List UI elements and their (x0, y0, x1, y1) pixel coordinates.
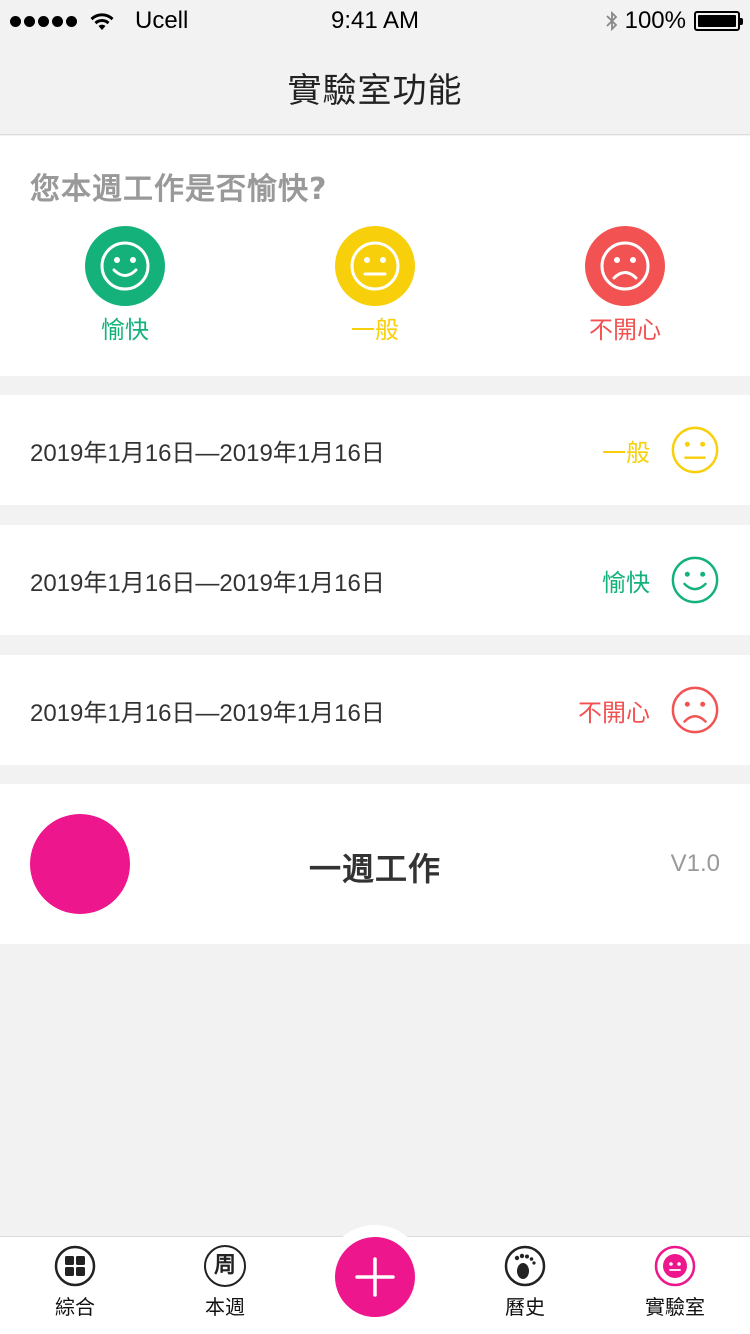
bluetooth-icon (605, 10, 617, 32)
grid-icon (54, 1245, 96, 1287)
app-info-card: 一週工作 V1.0 (0, 784, 750, 944)
record-date-range: 2019年1月16日—2019年1月16日 (30, 570, 385, 597)
app-name: 一週工作 (308, 850, 441, 888)
lab-face-icon (654, 1245, 696, 1287)
tab-history[interactable]: 曆史 (465, 1245, 585, 1320)
record-date-range: 2019年1月16日—2019年1月16日 (30, 440, 385, 467)
mood-question: 您本週工作是否愉快? (30, 172, 328, 207)
tab-label: 曆史 (505, 1295, 545, 1319)
mood-survey-card: 您本週工作是否愉快? 愉快 一般 不開心 (0, 136, 750, 376)
app-version: V1.0 (670, 850, 720, 877)
mood-option-label: 一般 (351, 316, 399, 344)
footprint-icon (504, 1245, 546, 1287)
happy-face-icon (85, 226, 165, 306)
mood-record-row[interactable]: 2019年1月16日—2019年1月16日 愉快 (0, 525, 750, 635)
mood-option-sad[interactable]: 不開心 (545, 226, 705, 345)
tab-this-week[interactable]: 周 本週 (165, 1245, 285, 1320)
sad-face-icon (585, 226, 665, 306)
record-mood-label: 愉快 (602, 569, 650, 597)
tab-overview[interactable]: 綜合 (15, 1245, 135, 1320)
mood-record-row[interactable]: 2019年1月16日—2019年1月16日 一般 (0, 395, 750, 505)
record-date-range: 2019年1月16日—2019年1月16日 (30, 700, 385, 727)
battery-icon (694, 11, 743, 31)
tab-label: 實驗室 (645, 1295, 705, 1319)
tab-label: 本週 (205, 1295, 245, 1319)
status-bar: Ucell 9:41 AM 100% (0, 0, 750, 40)
page-title: 實驗室功能 (287, 70, 463, 111)
add-button[interactable] (335, 1237, 415, 1317)
mood-record-row[interactable]: 2019年1月16日—2019年1月16日 不開心 (0, 655, 750, 765)
week-icon: 周 (204, 1245, 246, 1287)
mood-option-label: 不開心 (589, 316, 661, 344)
mood-option-neutral[interactable]: 一般 (295, 226, 455, 345)
navigation-bar: 實驗室功能 (0, 40, 750, 135)
tab-lab[interactable]: 實驗室 (615, 1245, 735, 1320)
record-mood-label: 不開心 (578, 699, 650, 727)
record-mood-label: 一般 (602, 439, 650, 467)
battery-percentage: 100% (624, 7, 686, 34)
sad-face-icon (671, 686, 719, 734)
plus-icon (355, 1257, 395, 1297)
happy-face-icon (671, 556, 719, 604)
neutral-face-icon (335, 226, 415, 306)
tab-label: 綜合 (55, 1295, 95, 1319)
mood-option-happy[interactable]: 愉快 (45, 226, 205, 345)
neutral-face-icon (671, 426, 719, 474)
mood-option-label: 愉快 (101, 316, 149, 344)
